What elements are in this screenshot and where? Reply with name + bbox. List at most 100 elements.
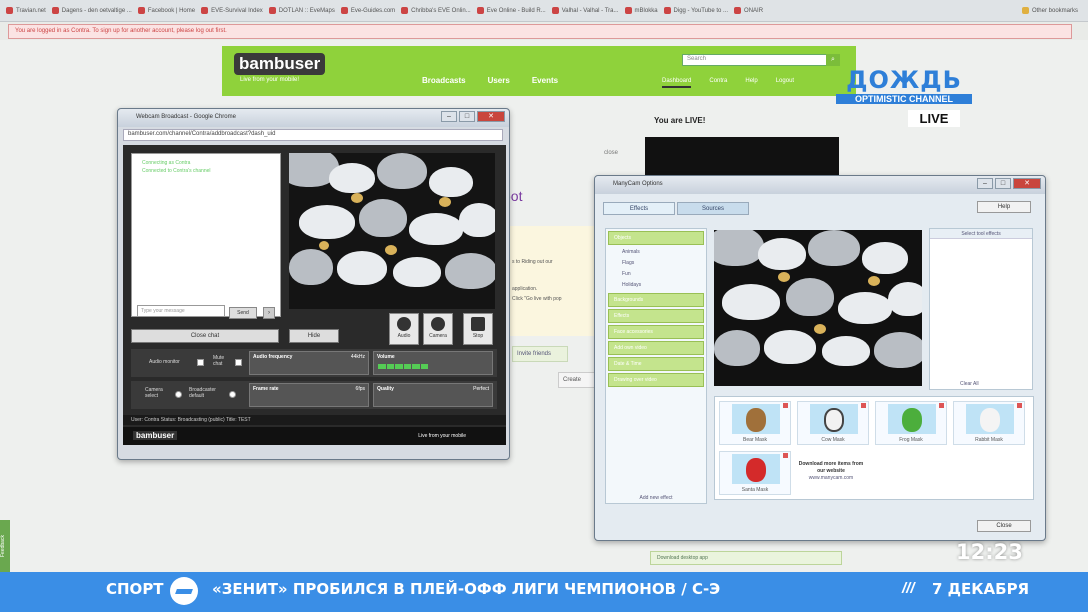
nav-help[interactable]: Help bbox=[745, 78, 757, 88]
address-bar[interactable]: bambuser.com/channel/Contra/addbroadcast… bbox=[123, 129, 503, 141]
frog-mask-item[interactable]: Frog Mask bbox=[875, 401, 947, 445]
quality-slider[interactable]: Quality Perfect bbox=[373, 383, 493, 407]
bookmark-item[interactable]: ONAIR bbox=[734, 7, 763, 14]
category-face-accessories[interactable]: Face accessories bbox=[608, 325, 704, 339]
category-effects[interactable]: Effects bbox=[608, 309, 704, 323]
bambuser-logo[interactable]: bambuser Live from your mobile! bbox=[234, 53, 330, 83]
favicon-icon bbox=[624, 7, 632, 14]
category-add-own-video[interactable]: Add own video bbox=[608, 341, 704, 355]
live-video-thumbnail bbox=[645, 137, 839, 175]
mute-chat-checkbox[interactable] bbox=[235, 359, 242, 366]
broadcaster-default-radio[interactable] bbox=[229, 391, 236, 398]
invite-friends-button[interactable]: Invite friends bbox=[512, 346, 568, 362]
manycam-tabs: Effects Sources bbox=[603, 202, 749, 215]
camera-icon bbox=[431, 317, 445, 331]
bear-mask-item[interactable]: Bear Mask bbox=[719, 401, 791, 445]
bookmark-item[interactable]: Digg - YouTube to ... bbox=[663, 7, 728, 14]
bookmark-item[interactable]: DOTLAN :: EveMaps bbox=[268, 7, 335, 14]
bookmark-item[interactable]: Valhal - Valhal - Tra... bbox=[551, 7, 619, 14]
camera-button[interactable]: Camera bbox=[423, 313, 453, 345]
favicon-icon bbox=[137, 7, 145, 14]
add-new-effect-link[interactable]: Add new effect bbox=[606, 495, 706, 501]
remove-icon[interactable] bbox=[783, 403, 788, 408]
nav-events[interactable]: Events bbox=[532, 76, 558, 85]
object-item[interactable]: Fun bbox=[606, 269, 706, 280]
ticker-headline: «ЗЕНИТ» ПРОБИЛСЯ В ПЛЕЙ-ОФФ ЛИГИ ЧЕМПИОН… bbox=[212, 580, 721, 598]
nav-dashboard[interactable]: Dashboard bbox=[662, 78, 692, 88]
audio-settings-row: Audio monitor Mute chat Audio frequency … bbox=[131, 349, 497, 377]
download-desktop-app-link[interactable]: Download desktop app bbox=[650, 551, 842, 565]
cow-mask-item[interactable]: Cow Mask bbox=[797, 401, 869, 445]
bookmark-item[interactable]: Eve Online - Build R... bbox=[476, 7, 546, 14]
favicon-icon bbox=[476, 7, 484, 14]
remove-icon[interactable] bbox=[861, 403, 866, 408]
remove-icon[interactable] bbox=[783, 453, 788, 458]
bookmark-item[interactable]: Chribba's EVE Onlin... bbox=[401, 7, 471, 14]
bookmark-item[interactable]: mBlokka bbox=[624, 7, 658, 14]
tab-sources[interactable]: Sources bbox=[677, 202, 749, 215]
chat-log: Connecting as Contra Connected to Contra… bbox=[131, 153, 281, 317]
category-backgrounds[interactable]: Backgrounds bbox=[608, 293, 704, 307]
other-bookmarks[interactable]: Other bookmarks bbox=[1021, 7, 1078, 14]
channel-logo-icon bbox=[170, 577, 198, 605]
maximize-icon[interactable]: □ bbox=[995, 178, 1011, 189]
frog-mask-icon bbox=[902, 408, 922, 432]
stop-icon bbox=[471, 317, 485, 331]
video-settings-row: Camera select Broadcaster default Frame … bbox=[131, 381, 497, 409]
object-item[interactable]: Flags bbox=[606, 258, 706, 269]
close-link[interactable]: close bbox=[604, 150, 618, 156]
clear-all-button[interactable]: Clear All bbox=[960, 381, 979, 387]
nav-profile[interactable]: Contra bbox=[709, 78, 727, 88]
santa-mask-item[interactable]: Santa Mask bbox=[719, 451, 791, 495]
minimize-icon[interactable]: – bbox=[441, 111, 457, 122]
nav-users[interactable]: Users bbox=[488, 76, 510, 85]
audio-monitor-checkbox[interactable] bbox=[197, 359, 204, 366]
tab-effects[interactable]: Effects bbox=[603, 202, 675, 215]
stop-button[interactable]: Stop bbox=[463, 313, 493, 345]
minimize-icon[interactable]: – bbox=[977, 178, 993, 189]
audio-frequency-slider[interactable]: Audio frequency 44kHz bbox=[249, 351, 369, 375]
info-text: Click "Go live with pop bbox=[512, 296, 562, 302]
close-icon[interactable]: ✕ bbox=[477, 111, 505, 122]
bookmark-item[interactable]: Dagens - den oetvaltige ... bbox=[51, 7, 132, 14]
help-button[interactable]: Help bbox=[977, 201, 1031, 213]
nav-logout[interactable]: Logout bbox=[776, 78, 794, 88]
remove-icon[interactable] bbox=[1017, 403, 1022, 408]
remove-icon[interactable] bbox=[939, 403, 944, 408]
download-more-link[interactable]: Download more items from our website www… bbox=[795, 451, 867, 495]
favicon-icon bbox=[734, 7, 742, 14]
bookmark-item[interactable]: Travian.net bbox=[6, 7, 46, 14]
rabbit-mask-item[interactable]: Rabbit Mask bbox=[953, 401, 1025, 445]
object-item[interactable]: Animals bbox=[606, 247, 706, 258]
favicon-icon bbox=[663, 7, 671, 14]
feedback-tab[interactable]: Feedback bbox=[0, 520, 10, 572]
favicon-icon bbox=[340, 7, 348, 14]
object-item[interactable]: Holidays bbox=[606, 280, 706, 291]
close-icon[interactable]: ✕ bbox=[1013, 178, 1041, 189]
hide-button[interactable]: Hide bbox=[289, 329, 339, 343]
category-objects[interactable]: Objects bbox=[608, 231, 704, 245]
nav-broadcasts[interactable]: Broadcasts bbox=[422, 76, 466, 85]
footer-tagline: Live from your mobile bbox=[418, 433, 466, 439]
maximize-icon[interactable]: □ bbox=[459, 111, 475, 122]
favicon-icon bbox=[6, 7, 13, 14]
camera-select-radio[interactable] bbox=[175, 391, 182, 398]
chat-line: Connecting as Contra bbox=[142, 160, 191, 166]
frame-rate-slider[interactable]: Frame rate 6fps bbox=[249, 383, 369, 407]
send-button[interactable]: Send bbox=[229, 307, 257, 319]
audio-button[interactable]: Audio bbox=[389, 313, 419, 345]
window-controls: – □ ✕ bbox=[977, 178, 1041, 189]
close-button[interactable]: Close bbox=[977, 520, 1031, 532]
search-icon[interactable]: ⌕ bbox=[826, 54, 840, 66]
bookmark-item[interactable]: Eve-Guides.com bbox=[340, 7, 395, 14]
category-date-time[interactable]: Date & Time bbox=[608, 357, 704, 371]
chat-message-input[interactable]: Type your message bbox=[137, 305, 225, 317]
bookmark-item[interactable]: Facebook | Home bbox=[137, 7, 195, 14]
volume-slider[interactable]: Volume bbox=[373, 351, 493, 375]
category-drawing[interactable]: Drawing over video bbox=[608, 373, 704, 387]
folder-icon bbox=[1021, 7, 1029, 14]
bookmark-item[interactable]: EVE-Survival Index bbox=[201, 7, 263, 14]
chat-options-icon[interactable]: › bbox=[263, 307, 275, 319]
search-input[interactable]: Search bbox=[682, 54, 832, 66]
close-chat-button[interactable]: Close chat bbox=[131, 329, 279, 343]
